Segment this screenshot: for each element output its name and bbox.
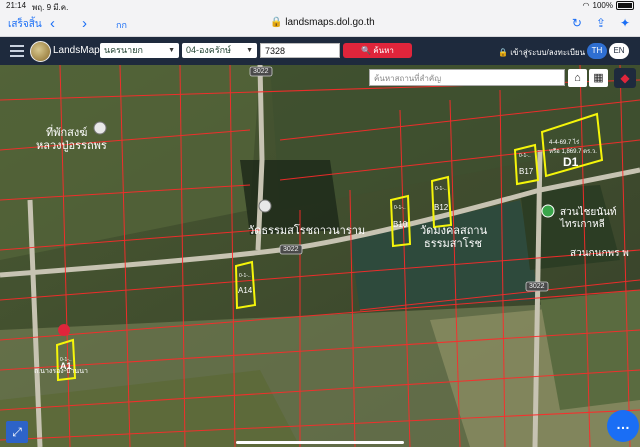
wifi-icon: ◠ [582,1,590,10]
fullscreen-icon[interactable]: ⤢ [6,421,28,443]
compass-icon[interactable]: ✦ [620,16,630,30]
search-button-label: ค้นหา [373,46,394,55]
parcel-id: D1 [563,155,579,169]
layers-icon[interactable]: ◆ [614,68,636,88]
parcel-id: A14 [238,286,253,295]
place-search-input[interactable]: ค้นหาสถานที่สำคัญ [369,69,565,86]
poi-label: ไทรเกาหลี [560,219,605,230]
poi-label: หลวงปู่อรรถพร [36,140,107,152]
chevron-down-icon: ▼ [246,47,253,54]
menu-icon[interactable] [10,45,24,57]
brand-name: LandsMaps [53,45,105,56]
home-indicator [236,441,404,444]
parcel-area: 0-1-.. [394,205,406,211]
route-label: 3022 [283,246,299,253]
parcel-id: B12 [434,203,449,212]
dol-logo [30,41,51,62]
login-link[interactable]: 🔒 เข้าสู่ระบบ/ลงทะเบียน [498,46,585,59]
back-chevron-icon[interactable]: ‹ [50,15,55,32]
ios-status-bar: 21:14 พฤ. 9 มี.ค. ◠ 100% [0,0,640,12]
more-options-icon[interactable]: … [607,410,639,442]
lang-th-button[interactable]: TH [587,43,607,59]
forward-chevron-icon[interactable]: › [82,15,87,32]
parcel-area: 0-1-.. [239,273,251,279]
grid-icon[interactable]: ▦ [589,69,608,87]
login-label: เข้าสู่ระบบ/ลงทะเบียน [510,48,586,57]
lang-en-button[interactable]: EN [609,43,629,59]
text-size-button[interactable]: กก [116,18,127,32]
province-select[interactable]: นครนายก ▼ [100,43,179,58]
browser-nav-bar: เสร็จสิ้น ‹ › กก 🔒 landsmaps.dol.go.th ↻… [0,12,640,37]
poi-label: สวนกนกพร พ [570,248,629,259]
district-select[interactable]: 04-องครักษ์ ▼ [182,43,257,58]
battery-percent: 100% [592,1,613,10]
parcel-number-input[interactable]: 7328 [260,43,340,58]
status-time: 21:14 [6,1,27,10]
district-value: 04-องครักษ์ [186,45,232,55]
parcel-id: B10 [393,220,408,229]
parcel-id: B17 [519,167,534,176]
satellite-map [0,65,640,447]
parcel-area: 0-1-.. [519,153,531,159]
parcel-id: A1 [60,361,72,371]
province-value: นครนายก [104,45,143,55]
done-button[interactable]: เสร็จสิ้น [8,17,42,32]
browser-actions: ↻ ⇪ ✦ [572,16,630,30]
status-right: ◠ 100% [583,1,634,10]
app-header: LandsMaps นครนายก ▼ 04-องครักษ์ ▼ 7328 🔍… [0,37,640,65]
poi-label: ธรรมสาโรช [424,238,482,250]
map-view[interactable]: 3022 3022 3022 ที่พักสงฆ์ หลวงปู่อรรถพร … [0,65,640,447]
battery-icon [616,1,634,10]
search-button[interactable]: 🔍 ค้นหา [343,43,412,58]
route-label: 3022 [529,283,545,290]
url-text: landsmaps.dol.go.th [285,17,375,28]
chevron-down-icon: ▼ [168,47,175,54]
reload-icon[interactable]: ↻ [572,16,582,30]
route-label: 3022 [253,68,269,75]
url-bar[interactable]: 🔒 landsmaps.dol.go.th [270,17,375,28]
share-icon[interactable]: ⇪ [596,16,606,30]
poi-label: วัดธรรมสโรชถาวนาราม [248,225,366,237]
home-icon[interactable]: ⌂ [568,69,587,87]
parcel-area: 0-1-.. [435,186,447,192]
